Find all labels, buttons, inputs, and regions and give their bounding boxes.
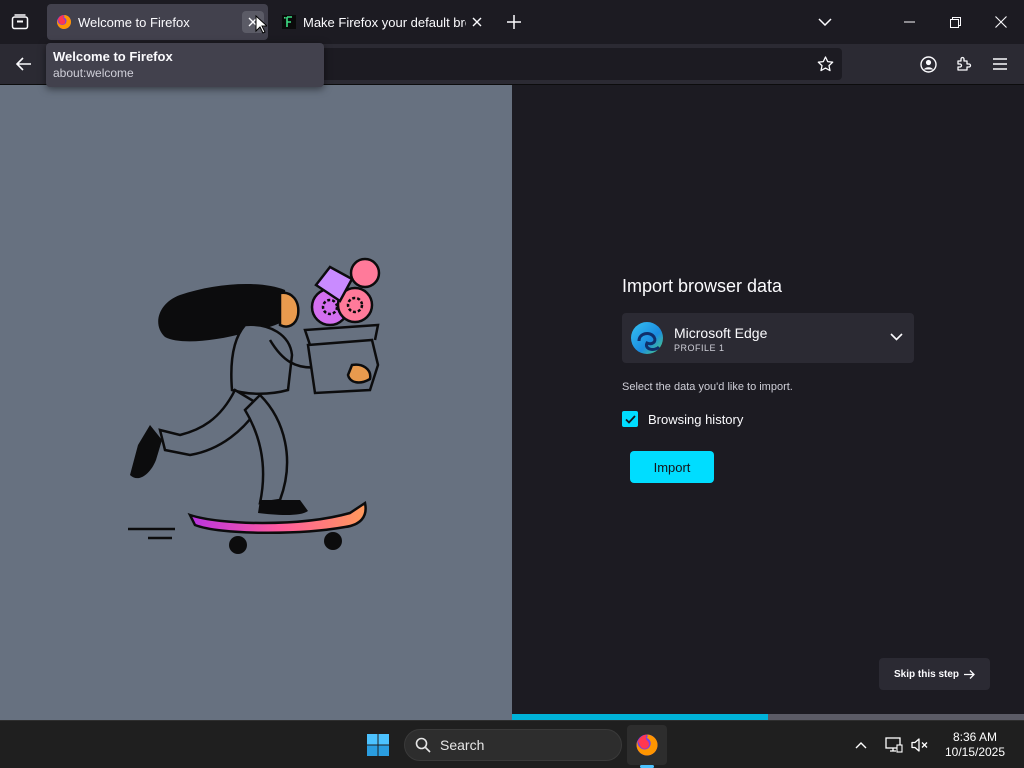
minimize-icon	[903, 21, 915, 23]
browsing-history-checkbox[interactable]	[622, 411, 638, 427]
skateboarder-illustration-icon	[128, 257, 381, 554]
tab-title: Make Firefox your default brow	[303, 14, 466, 30]
tooltip-title: Welcome to Firefox	[53, 49, 173, 64]
clock-time: 8:36 AM	[952, 730, 998, 744]
system-clock[interactable]: 8:36 AM 10/15/2025	[940, 730, 1010, 760]
windows-taskbar: Search 8:36 AM 10/15/2025	[0, 720, 1024, 768]
tab-strip: Welcome to Firefox Make Firefox your def…	[0, 0, 1024, 44]
import-pane: Import browser data Microsoft Edge PROFI…	[512, 85, 1024, 720]
account-icon	[919, 55, 937, 73]
firefox-view-icon	[11, 14, 29, 30]
tab-tooltip: Welcome to Firefox about:welcome	[46, 43, 324, 87]
restore-icon	[949, 16, 961, 28]
clock-date: 10/15/2025	[944, 745, 1006, 759]
plus-icon	[507, 15, 521, 29]
bookmark-star-button[interactable]	[814, 53, 836, 75]
search-icon	[415, 737, 431, 753]
browsing-history-label: Browsing history	[648, 411, 744, 427]
close-icon	[472, 17, 482, 27]
taskbar-search[interactable]: Search	[404, 729, 622, 761]
checkmark-icon	[624, 414, 636, 424]
page-title: Import browser data	[622, 276, 783, 296]
back-button[interactable]	[12, 53, 36, 75]
hamburger-menu-icon	[993, 58, 1007, 70]
firefox-icon	[636, 734, 658, 756]
tab-close-button[interactable]	[466, 11, 488, 33]
browser-profile: PROFILE 1	[674, 343, 725, 353]
minimize-button[interactable]	[886, 0, 932, 44]
restore-button[interactable]	[932, 0, 978, 44]
tab-welcome[interactable]: Welcome to Firefox	[47, 4, 268, 40]
list-all-tabs-button[interactable]	[815, 12, 835, 32]
select-data-hint: Select the data you'd like to import.	[622, 381, 793, 393]
firefox-view-button[interactable]	[8, 12, 32, 32]
firefox-icon	[57, 14, 72, 29]
app-menu-button[interactable]	[989, 53, 1011, 75]
tab-default-browser[interactable]: Make Firefox your default brow	[272, 4, 492, 40]
browser-name: Microsoft Edge	[674, 325, 768, 341]
browsing-history-option[interactable]: Browsing history	[622, 410, 743, 428]
illustration-pane	[0, 85, 512, 720]
star-icon	[817, 56, 833, 72]
new-tab-button[interactable]	[504, 12, 524, 32]
puzzle-icon	[957, 56, 972, 71]
show-hidden-icons-button[interactable]	[853, 737, 869, 753]
arrow-right-icon	[964, 669, 975, 679]
account-button[interactable]	[917, 53, 939, 75]
skip-step-button[interactable]: Skip this step	[879, 658, 990, 690]
edge-icon	[631, 322, 663, 354]
tooltip-url: about:welcome	[53, 66, 134, 80]
green-page-icon	[282, 15, 296, 29]
chevron-down-icon	[890, 333, 903, 341]
window-close-button[interactable]	[978, 0, 1024, 44]
chevron-down-icon	[818, 18, 832, 26]
taskbar-search-label: Search	[440, 737, 485, 753]
close-icon	[995, 16, 1007, 28]
volume-button[interactable]	[910, 735, 930, 755]
network-status-button[interactable]	[884, 735, 904, 755]
arrow-left-icon	[16, 57, 31, 71]
start-button[interactable]	[364, 731, 392, 759]
volume-muted-icon	[911, 738, 928, 752]
browser-select[interactable]: Microsoft Edge PROFILE 1	[622, 313, 914, 363]
taskbar-firefox-button[interactable]	[627, 725, 667, 765]
tab-title: Welcome to Firefox	[78, 14, 190, 30]
windows-logo-icon	[367, 734, 389, 756]
chevron-up-icon	[855, 741, 867, 748]
extensions-button[interactable]	[953, 53, 975, 75]
page-content: Import browser data Microsoft Edge PROFI…	[0, 85, 1024, 720]
skip-step-label: Skip this step	[893, 668, 959, 680]
mouse-cursor-icon	[255, 15, 267, 34]
network-icon	[885, 737, 903, 753]
import-button[interactable]: Import	[630, 451, 714, 483]
